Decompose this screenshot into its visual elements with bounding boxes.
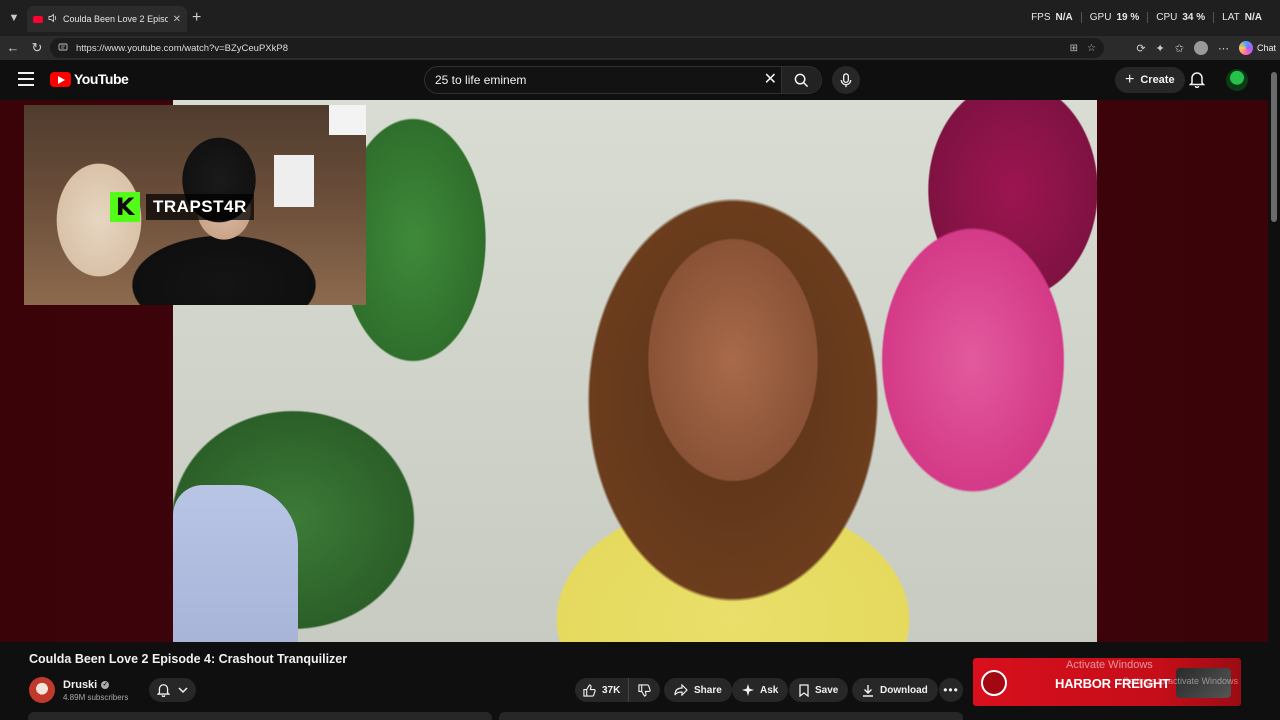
tab-title: Coulda Been Love 2 Episode 4	[63, 14, 168, 24]
clear-search-icon[interactable]: ✕	[764, 72, 777, 88]
new-tab-button[interactable]: +	[192, 10, 201, 26]
webcam-sign	[329, 105, 366, 135]
verified-check-icon: ✓	[101, 680, 110, 689]
perf-cpu: CPU 34 %	[1148, 12, 1215, 23]
voice-search-button[interactable]	[832, 66, 860, 94]
video-player[interactable]: K TRAPST4R	[0, 100, 1268, 642]
extensions-icon[interactable]: ✦	[1156, 42, 1165, 55]
favorites-icon[interactable]: ✩	[1175, 42, 1184, 55]
windows-watermark-sub: Go to Settings to activate Windows.	[1118, 676, 1238, 686]
like-dislike-group: 37K	[575, 678, 660, 702]
youtube-logo[interactable]: YouTube	[50, 71, 129, 87]
windows-watermark: Activate Windows	[1066, 659, 1153, 671]
chevron-down-icon	[178, 687, 188, 694]
browser-toolbar: ⟳ ✦ ✩ ⋯ Chat	[1136, 38, 1276, 58]
reload-icon[interactable]: ↻	[29, 40, 45, 56]
ad-logo-circle	[981, 670, 1007, 696]
favorite-star-icon[interactable]: ☆	[1087, 43, 1096, 54]
sparkle-icon	[742, 684, 754, 696]
guide-menu-icon[interactable]	[18, 72, 34, 86]
subscription-notifications-button[interactable]	[149, 678, 196, 702]
share-button[interactable]: Share	[664, 678, 732, 702]
subscriber-count: 4.89M subscribers	[63, 692, 129, 702]
stream-channel-badge: K TRAPST4R	[110, 192, 254, 222]
kick-logo-icon: K	[110, 192, 140, 222]
thumbs-up-icon	[583, 683, 596, 697]
ask-button[interactable]: Ask	[732, 678, 789, 702]
channel-avatar[interactable]	[29, 677, 55, 703]
browser-tab[interactable]: Coulda Been Love 2 Episode 4 ✕	[27, 6, 187, 32]
webcam-poster	[274, 155, 314, 207]
scrollbar-thumb[interactable]	[1271, 72, 1277, 222]
account-avatar[interactable]	[1226, 69, 1248, 91]
app-available-icon[interactable]: ⊞	[1070, 43, 1078, 54]
url-bar-actions: ⊞ ☆	[1070, 38, 1096, 58]
youtube-play-icon	[50, 71, 71, 87]
copilot-chat-button[interactable]: Chat	[1238, 41, 1276, 55]
refresh-extension-icon[interactable]: ⟳	[1136, 42, 1145, 55]
thumbs-down-icon	[638, 683, 652, 697]
address-bar-row: ← ↻ https://www.youtube.com/watch?v=BZyC…	[0, 36, 1280, 60]
search-input[interactable]	[435, 73, 755, 87]
description-box[interactable]	[28, 712, 492, 720]
save-button[interactable]: Save	[789, 678, 849, 702]
speaker-icon[interactable]	[48, 13, 58, 25]
download-icon	[863, 684, 873, 697]
dislike-button[interactable]	[629, 683, 660, 697]
page-scrollbar[interactable]	[1268, 60, 1280, 720]
channel-name[interactable]: Druski	[63, 679, 97, 691]
video-background-person	[173, 485, 298, 642]
perf-gpu: GPU 19 %	[1082, 12, 1149, 23]
channel-name-row: Druski ✓	[63, 679, 128, 691]
stream-channel-name: TRAPST4R	[146, 194, 254, 220]
like-button[interactable]: 37K	[575, 678, 630, 702]
more-actions-button[interactable]: •••	[939, 678, 963, 702]
more-menu-icon[interactable]: ⋯	[1218, 42, 1229, 55]
search-button[interactable]	[781, 67, 821, 93]
search-icon	[794, 73, 809, 87]
channel-meta: Druski ✓ 4.89M subscribers	[63, 679, 128, 702]
back-arrow-icon[interactable]: ←	[5, 40, 21, 56]
youtube-masthead: YouTube ✕ + Create	[0, 60, 1268, 100]
url-text[interactable]: https://www.youtube.com/watch?v=BZyCeuPX…	[76, 43, 288, 54]
microphone-icon	[840, 72, 852, 87]
bell-icon	[1188, 72, 1206, 89]
profile-avatar[interactable]	[1193, 41, 1208, 55]
copilot-icon	[1238, 41, 1253, 55]
perf-fps: FPS N/A	[1023, 12, 1082, 23]
performance-overlay: FPS N/A GPU 19 % CPU 34 % LAT N/A	[1023, 12, 1270, 23]
bell-icon	[157, 684, 170, 697]
search-box: ✕	[424, 66, 822, 94]
tab-list-button[interactable]: ▼	[4, 8, 24, 28]
close-tab-icon[interactable]: ✕	[173, 14, 181, 25]
download-button[interactable]: Download	[852, 678, 938, 702]
notifications-button[interactable]	[1188, 71, 1206, 93]
perf-lat: LAT N/A	[1222, 12, 1262, 23]
site-info-icon[interactable]	[58, 42, 68, 55]
bookmark-icon	[799, 683, 809, 697]
create-button[interactable]: + Create	[1115, 67, 1185, 93]
url-bar[interactable]: https://www.youtube.com/watch?v=BZyCeuPX…	[50, 38, 1104, 58]
plus-icon: +	[1125, 71, 1135, 88]
browser-tab-bar: ▼ Coulda Been Love 2 Episode 4 ✕ + FPSN/…	[0, 0, 1280, 36]
description-box-secondary[interactable]	[499, 712, 963, 720]
share-icon	[674, 684, 688, 696]
video-title: Coulda Been Love 2 Episode 4: Crashout T…	[29, 652, 348, 666]
like-count: 37K	[602, 684, 621, 696]
youtube-favicon-icon	[33, 15, 43, 23]
channel-owner: Druski ✓ 4.89M subscribers	[29, 676, 128, 704]
